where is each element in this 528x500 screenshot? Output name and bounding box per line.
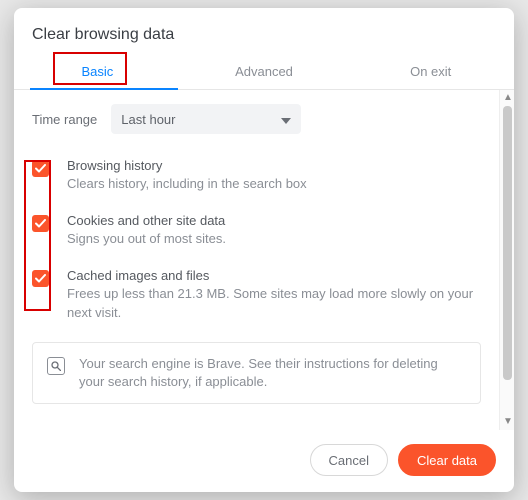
item-cache: Cached images and files Frees up less th… xyxy=(32,268,481,321)
text-cookies: Cookies and other site data Signs you ou… xyxy=(67,213,226,248)
clear-data-button[interactable]: Clear data xyxy=(398,444,496,476)
chevron-down-icon xyxy=(281,112,291,127)
clear-browsing-data-dialog: Clear browsing data Basic Advanced On ex… xyxy=(14,8,514,492)
time-range-select[interactable]: Last hour xyxy=(111,104,301,134)
checkbox-browsing-history[interactable] xyxy=(32,160,49,177)
magnifier-icon xyxy=(47,357,65,375)
time-range-label: Time range xyxy=(32,112,97,127)
text-browsing-history: Browsing history Clears history, includi… xyxy=(67,158,307,193)
scrollbar[interactable]: ▲ ▼ xyxy=(499,90,514,430)
time-range-row: Time range Last hour xyxy=(32,104,481,134)
check-icon xyxy=(35,216,46,231)
scroll-down-icon[interactable]: ▼ xyxy=(503,417,513,427)
tabs: Basic Advanced On exit xyxy=(14,56,514,90)
content-wrap: Time range Last hour Browsing history Cl… xyxy=(14,90,514,430)
cancel-button[interactable]: Cancel xyxy=(310,444,388,476)
item-title: Cached images and files xyxy=(67,268,481,283)
item-browsing-history: Browsing history Clears history, includi… xyxy=(32,158,481,193)
scroll-thumb[interactable] xyxy=(503,106,512,380)
tab-advanced[interactable]: Advanced xyxy=(181,56,348,89)
dialog-footer: Cancel Clear data xyxy=(14,430,514,492)
check-icon xyxy=(35,271,46,286)
item-cookies: Cookies and other site data Signs you ou… xyxy=(32,213,481,248)
checkbox-cookies[interactable] xyxy=(32,215,49,232)
item-desc: Signs you out of most sites. xyxy=(67,230,226,248)
dialog-content: Time range Last hour Browsing history Cl… xyxy=(14,90,499,430)
search-engine-note: Your search engine is Brave. See their i… xyxy=(32,342,481,404)
note-text: Your search engine is Brave. See their i… xyxy=(79,355,466,391)
scroll-up-icon[interactable]: ▲ xyxy=(503,93,513,103)
tab-basic[interactable]: Basic xyxy=(14,56,181,89)
checkbox-cache[interactable] xyxy=(32,270,49,287)
item-desc: Frees up less than 21.3 MB. Some sites m… xyxy=(67,285,481,321)
text-cache: Cached images and files Frees up less th… xyxy=(67,268,481,321)
check-icon xyxy=(35,161,46,176)
item-desc: Clears history, including in the search … xyxy=(67,175,307,193)
item-title: Browsing history xyxy=(67,158,307,173)
dialog-title: Clear browsing data xyxy=(14,8,514,56)
tab-on-exit[interactable]: On exit xyxy=(347,56,514,89)
item-title: Cookies and other site data xyxy=(67,213,226,228)
time-range-value: Last hour xyxy=(121,112,175,127)
